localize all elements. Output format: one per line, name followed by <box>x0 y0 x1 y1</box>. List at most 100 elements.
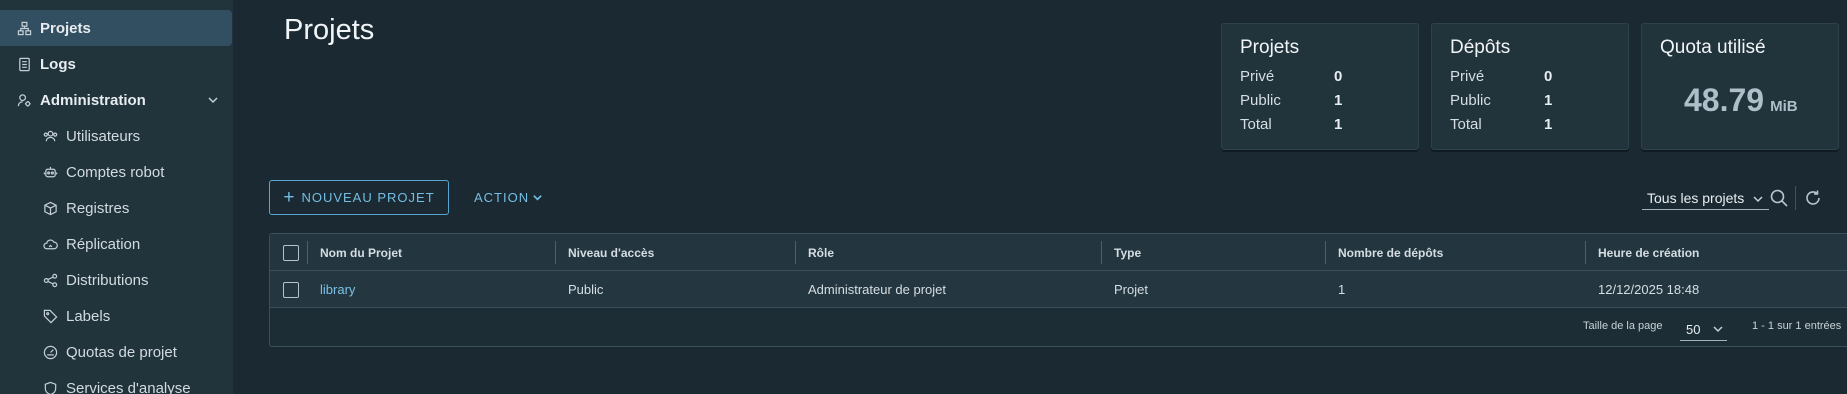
column-header-type[interactable]: Type <box>1114 234 1141 271</box>
column-divider <box>1101 241 1102 264</box>
projects-icon <box>17 21 32 36</box>
stat-value: 1 <box>1334 116 1343 133</box>
sidebar-item-projects[interactable]: Projets <box>0 10 232 46</box>
card-title: Dépôts <box>1450 37 1511 58</box>
column-header-role[interactable]: Rôle <box>808 234 834 271</box>
column-divider <box>307 241 308 264</box>
repositories-summary-card: Dépôts Privé 0 Public 1 Total 1 <box>1431 23 1629 150</box>
sidebar-item-registries[interactable]: Registres <box>0 190 232 226</box>
project-filter-select[interactable]: Tous les projets <box>1642 187 1769 210</box>
sidebar-item-label: Services d'analyse <box>66 379 191 394</box>
select-all-checkbox[interactable] <box>283 245 299 261</box>
quota-icon <box>43 345 58 360</box>
column-header-created[interactable]: Heure de création <box>1598 234 1699 271</box>
refresh-icon <box>1806 190 1820 205</box>
projects-table: Nom du Projet Niveau d'accès Rôle Type N… <box>269 233 1847 347</box>
stat-label: Public <box>1240 92 1281 109</box>
distributions-icon <box>43 273 58 288</box>
stat-private: Privé 0 <box>1240 68 1420 88</box>
sidebar-item-label: Logs <box>40 55 76 73</box>
sidebar-item-label: Distributions <box>66 271 149 289</box>
quota-number: 48.79 <box>1684 82 1765 118</box>
access-level-cell: Public <box>568 282 604 297</box>
stat-value: 1 <box>1544 116 1553 133</box>
repo-count-cell: 1 <box>1338 282 1346 297</box>
chevron-down-icon <box>533 195 542 201</box>
page-size-value: 50 <box>1686 322 1701 337</box>
users-icon <box>43 129 58 144</box>
sidebar-item-replication[interactable]: Réplication <box>0 226 232 262</box>
sidebar-item-robot-accounts[interactable]: Comptes robot <box>0 154 232 190</box>
replication-icon <box>43 237 58 252</box>
sidebar-item-logs[interactable]: Logs <box>0 46 232 82</box>
new-project-button[interactable]: + NOUVEAU PROJET <box>269 180 449 215</box>
column-header-repo-count[interactable]: Nombre de dépôts <box>1338 234 1443 271</box>
project-name-link[interactable]: library <box>320 271 355 308</box>
refresh-button[interactable] <box>1803 188 1823 208</box>
search-button[interactable] <box>1769 188 1789 208</box>
pagination-range: 1 - 1 sur 1 entrées <box>1752 320 1842 332</box>
toolbar-divider <box>1795 186 1796 210</box>
column-divider <box>1325 241 1326 264</box>
stat-total: Total 1 <box>1450 116 1630 136</box>
role-cell: Administrateur de projet <box>808 282 947 297</box>
sidebar-item-label: Labels <box>66 307 111 325</box>
sidebar-item-label: Comptes robot <box>66 163 165 181</box>
projects-summary-card: Projets Privé 0 Public 1 Total 1 <box>1221 23 1419 150</box>
page-size-label: Taille de la page <box>1583 320 1663 332</box>
creation-time-cell: 12/12/2025 18:48 <box>1598 282 1700 297</box>
page-size-select[interactable]: 50 <box>1680 319 1727 341</box>
filter-value: Tous les projets <box>1647 190 1745 206</box>
card-title: Projets <box>1240 37 1300 58</box>
robot-icon <box>43 165 58 180</box>
stat-label: Privé <box>1450 68 1485 85</box>
column-divider <box>555 241 556 264</box>
stat-label: Total <box>1240 116 1272 133</box>
table-row: library Public Administrateur de projet … <box>270 271 1847 308</box>
stat-value: 0 <box>1334 68 1343 85</box>
card-title: Quota utilisé <box>1660 37 1766 58</box>
page-title: Projets <box>284 14 375 46</box>
sidebar-item-administration[interactable]: Administration <box>0 82 232 118</box>
stat-label: Privé <box>1240 68 1275 85</box>
label-icon <box>43 309 58 324</box>
sidebar: Projets Logs Administration Utilisateurs… <box>0 0 233 394</box>
sidebar-item-label: Utilisateurs <box>66 127 141 145</box>
search-icon <box>1770 189 1788 207</box>
column-header-access[interactable]: Niveau d'accès <box>568 234 654 271</box>
stat-label: Total <box>1450 116 1482 133</box>
stat-value: 1 <box>1544 92 1553 109</box>
sidebar-item-label: Réplication <box>66 235 141 253</box>
table-footer: Taille de la page 1 - 1 sur 1 entrées <box>270 308 1847 348</box>
sidebar-item-scanners[interactable]: Services d'analyse <box>0 370 232 394</box>
column-header-name[interactable]: Nom du Projet <box>320 234 402 271</box>
quota-value: 48.79 MiB <box>1684 82 1798 119</box>
sidebar-item-users[interactable]: Utilisateurs <box>0 118 232 154</box>
quota-unit: MiB <box>1770 98 1798 115</box>
chevron-down-icon[interactable] <box>206 93 220 107</box>
chevron-down-icon <box>1753 196 1763 203</box>
quota-summary-card: Quota utilisé 48.79 MiB <box>1641 23 1839 150</box>
type-cell: Projet <box>1114 282 1148 297</box>
stat-public: Public 1 <box>1240 92 1420 112</box>
sidebar-item-labels[interactable]: Labels <box>0 298 232 334</box>
scanner-icon <box>43 381 58 394</box>
sidebar-item-label: Quotas de projet <box>66 343 177 361</box>
table-header: Nom du Projet Niveau d'accès Rôle Type N… <box>270 234 1847 271</box>
sidebar-item-label: Projets <box>40 19 91 37</box>
column-divider <box>795 241 796 264</box>
stat-public: Public 1 <box>1450 92 1630 112</box>
logs-icon <box>17 57 32 72</box>
stat-label: Public <box>1450 92 1491 109</box>
action-dropdown-button[interactable]: ACTION <box>474 180 543 215</box>
plus-icon: + <box>283 186 296 208</box>
stat-value: 0 <box>1544 68 1553 85</box>
sidebar-item-distributions[interactable]: Distributions <box>0 262 232 298</box>
stat-value: 1 <box>1334 92 1343 109</box>
sidebar-item-label: Administration <box>40 91 146 109</box>
stat-total: Total 1 <box>1240 116 1420 136</box>
action-label: ACTION <box>474 190 530 205</box>
sidebar-item-project-quotas[interactable]: Quotas de projet <box>0 334 232 370</box>
row-checkbox[interactable] <box>283 282 299 298</box>
column-divider <box>1585 241 1586 264</box>
